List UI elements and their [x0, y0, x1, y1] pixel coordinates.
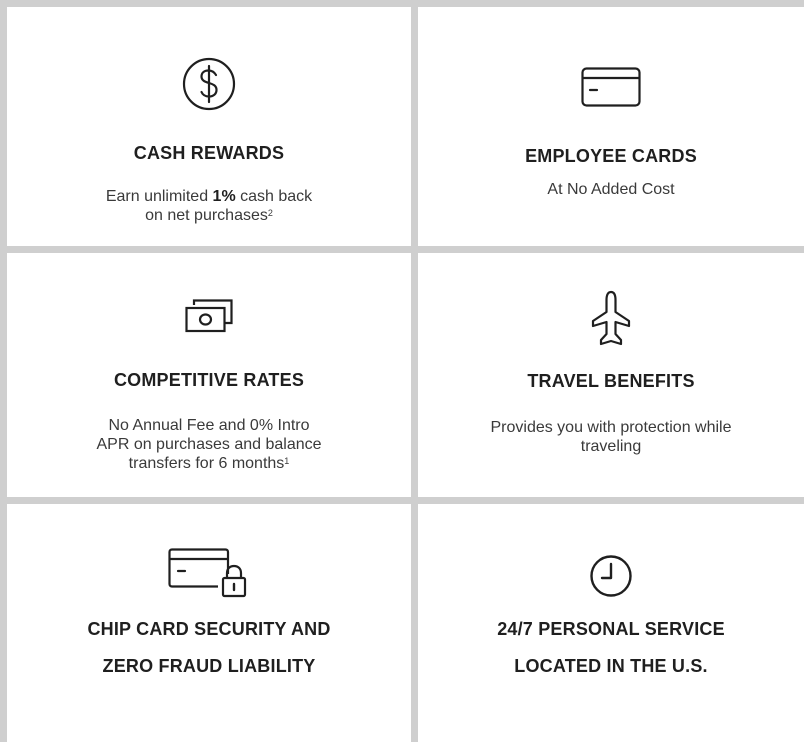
feature-title: CASH REWARDS — [133, 143, 285, 163]
feature-chip-security: CHIP CARD SECURITY AND ZERO FRAUD LIABIL… — [7, 504, 411, 742]
airplane-icon — [591, 290, 631, 346]
desc-text: APR on purchases and balance — [96, 436, 322, 453]
feature-description: Provides you with protection while trave… — [418, 418, 804, 456]
feature-title: 24/7 PERSONAL SERVICE LOCATED IN THE U.S… — [418, 611, 804, 685]
title-line: ZERO FRAUD LIABILITY — [102, 656, 316, 676]
card-lock-icon — [168, 548, 247, 598]
cash-bills-icon — [185, 299, 233, 333]
feature-title: COMPETITIVE RATES — [113, 370, 305, 390]
credit-card-icon — [581, 67, 641, 107]
desc-text: cash back — [235, 188, 313, 205]
feature-title: TRAVEL BENEFITS — [527, 371, 695, 391]
desc-text: No Annual Fee and 0% Intro — [108, 417, 310, 434]
feature-cash-rewards: CASH REWARDS Earn unlimited 1% cash back… — [7, 7, 411, 246]
features-grid: CASH REWARDS Earn unlimited 1% cash back… — [0, 0, 804, 742]
feature-title: CHIP CARD SECURITY AND ZERO FRAUD LIABIL… — [7, 611, 411, 685]
footnote-marker: 1 — [284, 456, 290, 466]
title-line: CHIP CARD SECURITY AND — [87, 619, 331, 639]
feature-travel-benefits: TRAVEL BENEFITS Provides you with protec… — [418, 253, 804, 497]
desc-text: Earn unlimited — [105, 188, 213, 205]
feature-description: No Annual Fee and 0% Intro APR on purcha… — [7, 416, 411, 473]
title-line: LOCATED IN THE U.S. — [514, 656, 708, 676]
feature-employee-cards: EMPLOYEE CARDS At No Added Cost — [418, 7, 804, 246]
feature-title: EMPLOYEE CARDS — [525, 146, 697, 166]
desc-text: on net purchases — [145, 207, 268, 224]
feature-description: At No Added Cost — [547, 181, 675, 198]
clock-icon — [590, 555, 632, 597]
dollar-icon — [182, 57, 236, 111]
desc-text: Provides you with protection while — [490, 419, 732, 436]
desc-bold: 1% — [212, 188, 236, 205]
desc-text: transfers for 6 months — [128, 455, 285, 472]
feature-personal-service: 24/7 PERSONAL SERVICE LOCATED IN THE U.S… — [418, 504, 804, 742]
title-line: 24/7 PERSONAL SERVICE — [497, 619, 725, 639]
desc-text: traveling — [580, 438, 642, 455]
feature-competitive-rates: COMPETITIVE RATES No Annual Fee and 0% I… — [7, 253, 411, 497]
footnote-marker: 2 — [267, 208, 273, 218]
feature-description: Earn unlimited 1% cash back on net purch… — [7, 187, 411, 225]
